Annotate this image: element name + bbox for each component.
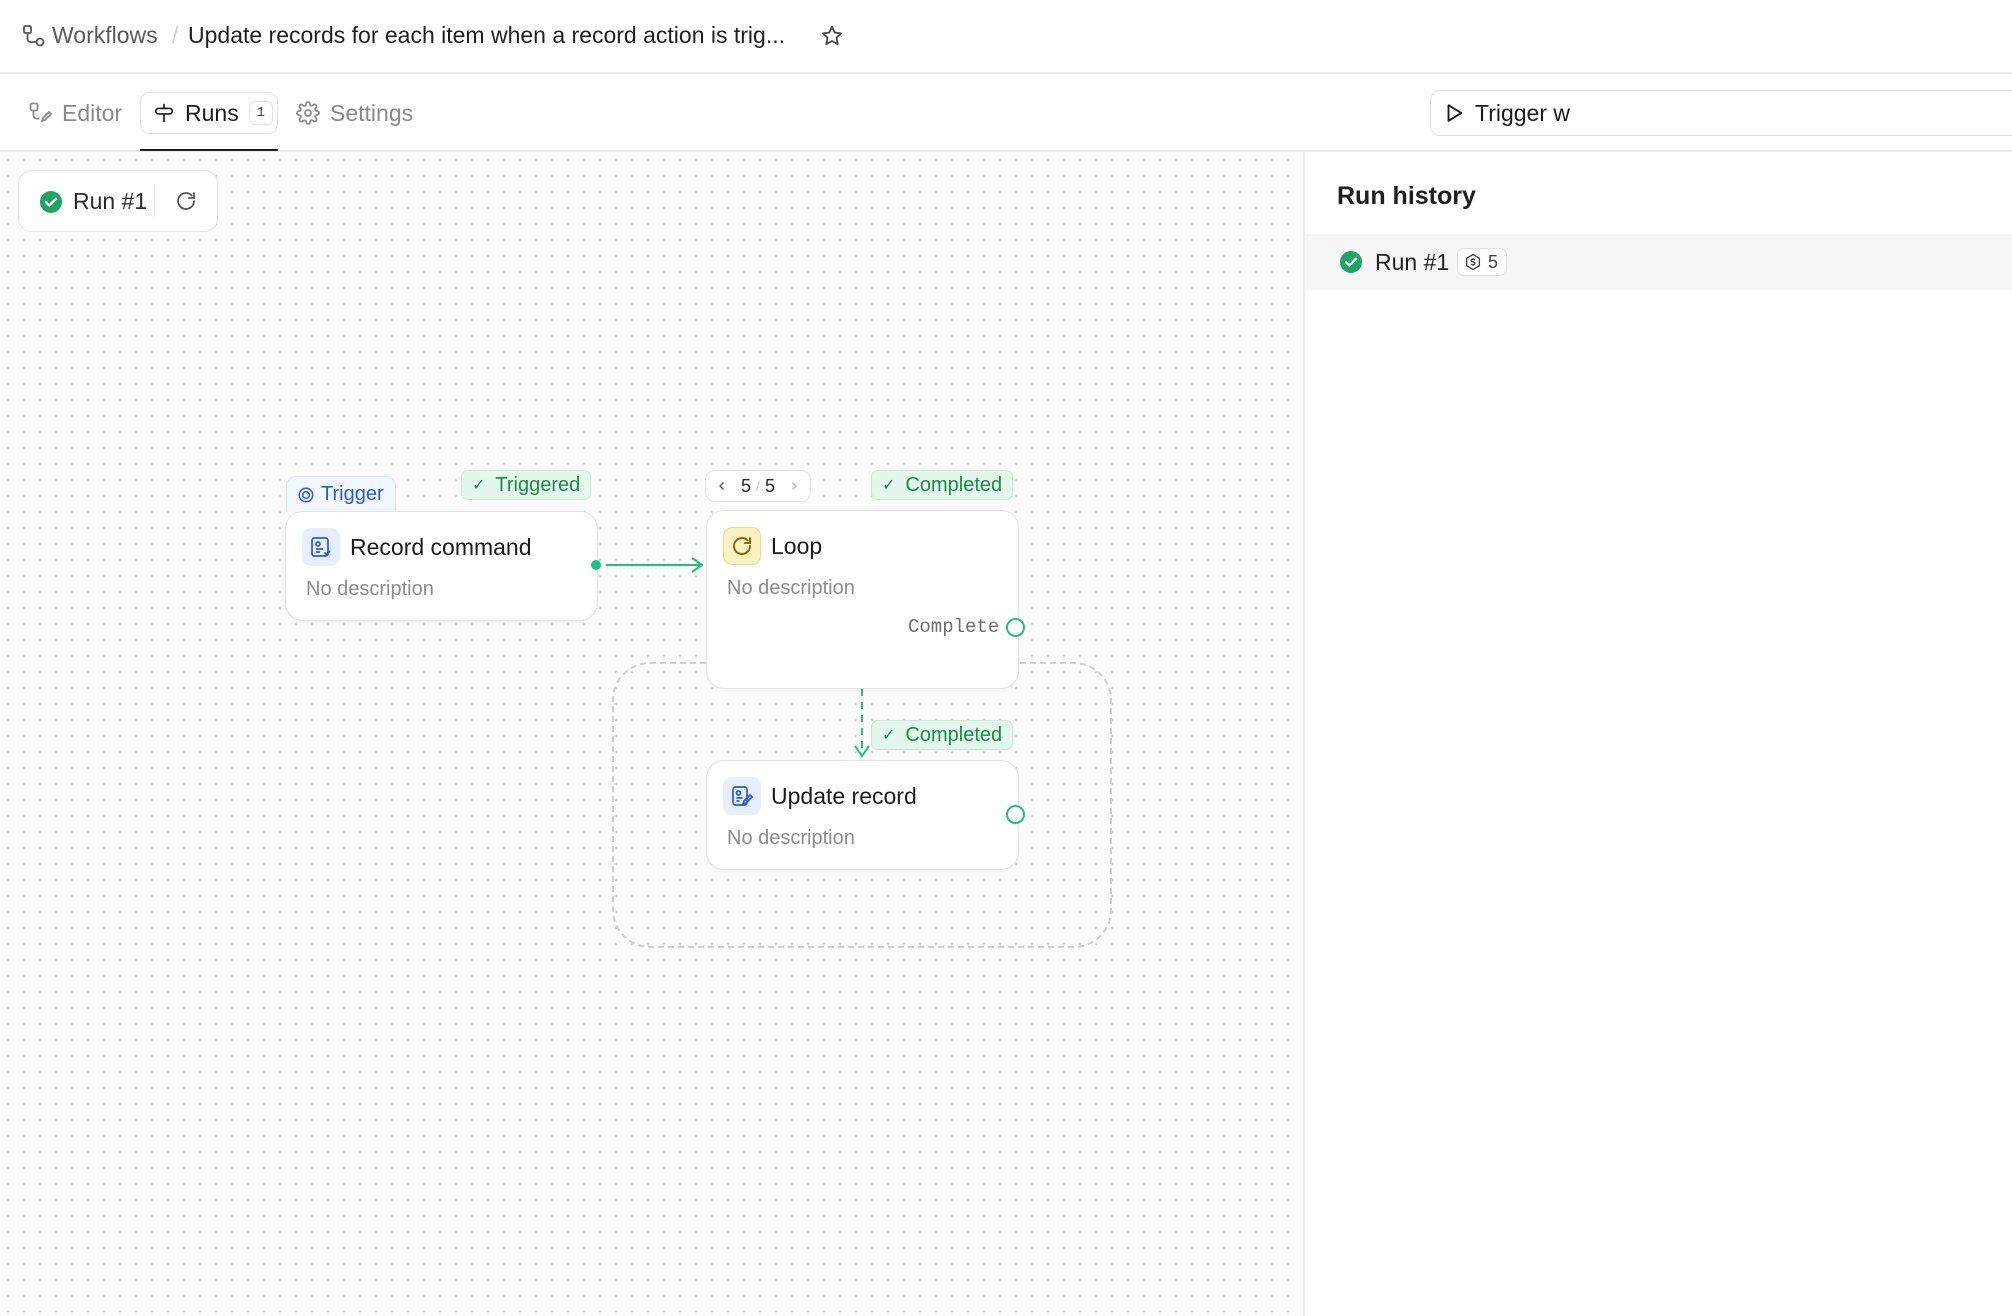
active-tab-indicator <box>140 149 278 151</box>
check-icon: ✓ <box>472 477 486 494</box>
check-icon: ✓ <box>882 477 896 494</box>
loop-node[interactable]: Loop No description <box>706 510 1019 689</box>
update-record-output-port[interactable] <box>1006 805 1025 824</box>
play-icon <box>1447 104 1463 122</box>
loop-iteration-current: 5 <box>741 475 752 496</box>
update-record-status-badge: ✓ Completed <box>871 720 1014 750</box>
chevron-right-icon[interactable] <box>788 480 800 492</box>
update-record-title: Update record <box>771 783 917 809</box>
run-history-label: Run #1 <box>1375 249 1450 275</box>
tab-editor[interactable]: Editor <box>28 92 122 134</box>
loop-icon <box>733 537 751 555</box>
loop-status-badge: ✓ Completed <box>871 470 1014 500</box>
loop-iteration-pager: 5 / 5 <box>705 470 811 502</box>
record-command-output-port[interactable] <box>591 560 601 570</box>
coin-icon <box>1465 253 1481 271</box>
gear-icon <box>296 101 320 125</box>
trigger-workflow-button[interactable]: Trigger w <box>1430 90 2012 136</box>
page-title: Update records for each item when a reco… <box>188 22 786 48</box>
loop-description: No description <box>727 577 855 599</box>
triggered-status-badge: ✓ Triggered <box>461 470 592 500</box>
tab-settings-label: Settings <box>330 99 414 126</box>
run-history-item[interactable]: Run #1 5 <box>1305 234 2012 290</box>
tab-runs-label: Runs <box>185 99 239 126</box>
triggered-status-label: Triggered <box>495 473 581 496</box>
update-record-status-label: Completed <box>905 723 1003 746</box>
loop-complete-label: Complete <box>908 616 1000 638</box>
update-record-description: No description <box>727 827 855 849</box>
runs-icon <box>154 103 174 123</box>
update-record-icon-box <box>723 777 761 815</box>
run-history-title: Run history <box>1337 182 1476 210</box>
loop-title: Loop <box>771 533 823 559</box>
tab-runs[interactable]: Runs 1 <box>140 92 278 134</box>
update-record-node[interactable]: Update record No description <box>706 760 1019 870</box>
editor-icon <box>29 102 52 123</box>
workflow-canvas[interactable]: Run #1 Trigger ✓ Triggered Record comman… <box>0 152 1303 1316</box>
breadcrumb-workflows[interactable]: Workflows <box>52 22 158 49</box>
top-bar: Workflows / Update records for each item… <box>0 0 2012 74</box>
record-command-description: No description <box>306 578 434 600</box>
tab-settings[interactable]: Settings <box>296 92 413 134</box>
star-icon[interactable] <box>820 24 844 48</box>
target-icon <box>298 487 314 502</box>
record-command-title: Record command <box>350 534 532 560</box>
chevron-left-icon[interactable] <box>716 480 728 492</box>
pager-separator: / <box>756 478 760 494</box>
breadcrumb-separator: / <box>172 22 179 48</box>
trigger-tag-label: Trigger <box>321 483 384 505</box>
runs-count-badge: 1 <box>248 101 273 125</box>
run-cost-value: 5 <box>1488 251 1499 272</box>
tab-editor-label: Editor <box>62 99 123 126</box>
loop-icon-box <box>723 527 761 565</box>
run-history-panel: Run history Run #1 5 <box>1303 152 2012 1316</box>
loop-iteration-total: 5 <box>764 475 775 496</box>
check-circle-icon <box>1340 251 1362 273</box>
record-command-node[interactable]: Record command No description <box>285 511 598 621</box>
record-icon-box <box>302 528 340 566</box>
record-icon <box>311 537 331 557</box>
tab-bar: Editor Runs 1 Settings Trigger w <box>0 74 2012 152</box>
connectors <box>606 557 870 758</box>
run-cost-badge: 5 <box>1457 248 1507 276</box>
loop-complete-output-port[interactable] <box>1006 618 1025 637</box>
workflow-icon <box>23 25 45 47</box>
check-icon: ✓ <box>882 727 896 744</box>
trigger-workflow-label: Trigger w <box>1475 99 1570 126</box>
edit-record-icon <box>732 786 754 806</box>
loop-status-label: Completed <box>905 473 1003 496</box>
trigger-tag: Trigger <box>286 476 396 512</box>
